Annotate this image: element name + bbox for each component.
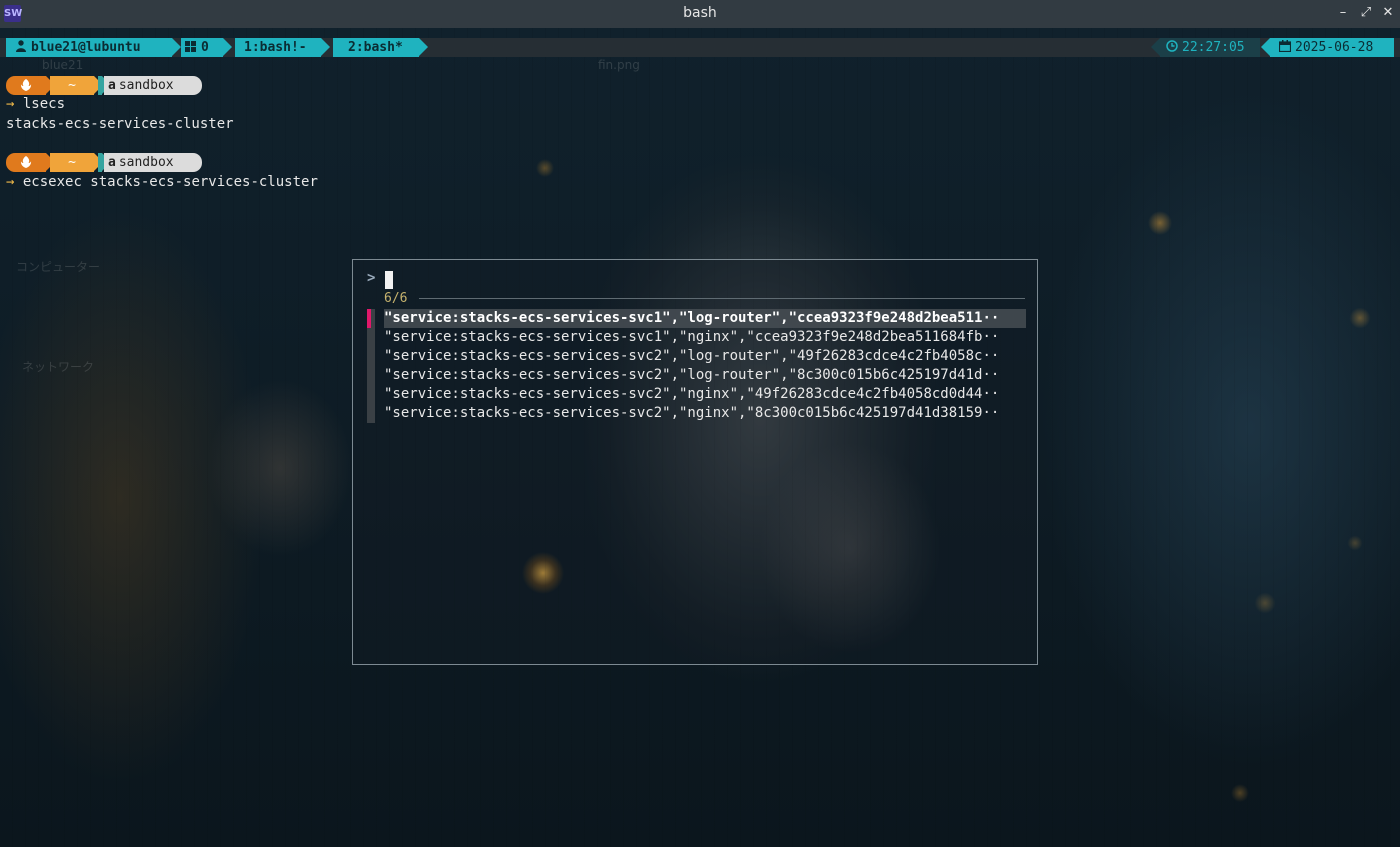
- status-session: 0: [201, 40, 209, 55]
- command-input: ecsexec stacks-ecs-services-cluster: [22, 174, 318, 190]
- fzf-item[interactable]: "service:stacks-ecs-services-svc1","log-…: [384, 309, 1026, 328]
- aws-context: a sandbox: [104, 153, 202, 172]
- maximize-button[interactable]: ⤢: [1357, 3, 1375, 23]
- status-time-segment: 22:27:05: [1151, 38, 1260, 57]
- window-title: bash: [683, 5, 717, 21]
- tab-window-1-label: 1:bash!-: [244, 40, 307, 55]
- amazon-icon: a: [108, 78, 116, 93]
- tab-window-2[interactable]: 2:bash*: [333, 38, 428, 57]
- tab-window-1[interactable]: 1:bash!-: [235, 38, 330, 57]
- clock-icon: [1166, 39, 1178, 52]
- fzf-item[interactable]: "service:stacks-ecs-services-svc2","ngin…: [384, 404, 1026, 423]
- tmux-status-bar: blue21@lubuntu 0 1:bash!- 2:bash* 22:27:…: [0, 38, 1400, 57]
- fzf-match-count: 6/6: [384, 291, 408, 306]
- session-grid-icon: [185, 39, 196, 52]
- fzf-item[interactable]: "service:stacks-ecs-services-svc2","log-…: [384, 366, 1026, 385]
- fzf-item[interactable]: "service:stacks-ecs-services-svc2","ngin…: [384, 385, 1026, 404]
- command-line: → ecsexec stacks-ecs-services-cluster: [6, 173, 318, 192]
- window-titlebar[interactable]: SW bash – ⤢ ✕: [0, 0, 1400, 28]
- minimize-button[interactable]: –: [1334, 3, 1352, 23]
- fzf-prompt-pointer: >: [367, 270, 376, 286]
- command-output: stacks-ecs-services-cluster: [6, 116, 234, 132]
- prompt-arrow-icon: →: [6, 174, 15, 190]
- calendar-icon: [1278, 39, 1292, 53]
- fzf-separator: [419, 298, 1025, 299]
- status-time: 22:27:05: [1182, 40, 1245, 55]
- status-date: 2025-06-28: [1295, 40, 1374, 55]
- fzf-picker[interactable]: > 6/6 "service:stacks-ecs-services-svc1"…: [352, 259, 1038, 665]
- rebel-icon: [6, 153, 46, 172]
- desktop-label-computer: コンピューター: [16, 260, 101, 274]
- fzf-item[interactable]: "service:stacks-ecs-services-svc2","log-…: [384, 347, 1026, 366]
- screen: blue21 fin.png コンピューター ネットワーク SW bash – …: [0, 0, 1400, 847]
- status-user-segment: blue21@lubuntu: [6, 38, 181, 57]
- prompt-arrow-icon: →: [6, 96, 15, 112]
- aws-context-label: sandbox: [118, 155, 174, 170]
- command-line: → lsecs: [6, 95, 65, 114]
- prompt-line: ~ a sandbox: [6, 153, 202, 172]
- aws-context-label: sandbox: [118, 78, 174, 93]
- user-icon: [16, 39, 26, 52]
- status-user: blue21@lubuntu: [31, 40, 141, 55]
- status-session-segment: 0: [181, 38, 232, 57]
- desktop-label-home: blue21: [42, 58, 84, 72]
- fzf-item[interactable]: "service:stacks-ecs-services-svc1","ngin…: [384, 328, 1026, 347]
- fzf-query-input[interactable]: [385, 271, 393, 289]
- tab-window-2-label: 2:bash*: [348, 40, 403, 55]
- prompt-dir: ~: [50, 153, 94, 172]
- desktop-label-file: fin.png: [598, 58, 640, 72]
- rebel-icon: [6, 76, 46, 95]
- close-button[interactable]: ✕: [1379, 3, 1397, 23]
- command-input: lsecs: [22, 96, 66, 112]
- prompt-line: ~ a sandbox: [6, 76, 202, 95]
- amazon-icon: a: [108, 155, 116, 170]
- desktop-label-network: ネットワーク: [22, 360, 95, 374]
- aws-context: a sandbox: [104, 76, 202, 95]
- prompt-dir: ~: [50, 76, 94, 95]
- status-date-segment: 2025-06-28: [1261, 38, 1394, 57]
- fzf-selection-marker: [367, 309, 371, 328]
